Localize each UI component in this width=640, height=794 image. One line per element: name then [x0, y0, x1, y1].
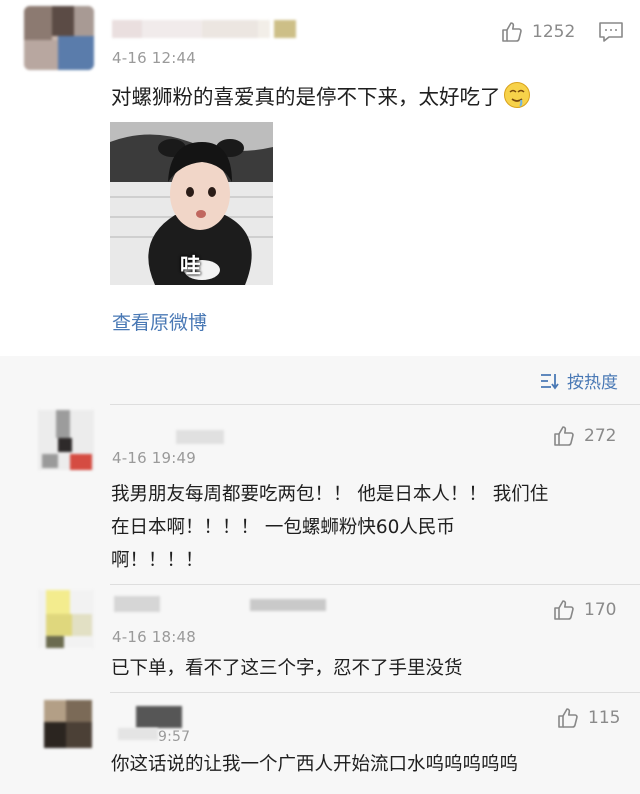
comment-time: 4-16 18:48	[112, 628, 197, 646]
comment-line: 已下单，看不了这三个字，忍不了手里没货	[111, 658, 463, 679]
comment-item: 4-16 19:49 272 我男朋友每周都要吃两包！！ 他是日本人！！ 我们住…	[0, 404, 640, 582]
comment-icon	[599, 22, 623, 42]
commenter-avatar[interactable]	[38, 590, 94, 648]
post-like-button[interactable]: 1252	[500, 20, 575, 44]
sort-by-hot-button[interactable]: 按热度	[539, 368, 618, 393]
view-original-weibo-link[interactable]: 查看原微博	[112, 308, 207, 335]
comment-divider	[110, 404, 640, 405]
username-redacted[interactable]	[112, 20, 296, 38]
sort-label: 按热度	[567, 373, 618, 393]
thumbs-up-icon	[554, 600, 574, 620]
original-post: 4-16 12:44 1252 对螺狮粉的喜爱真的是停不下来，太好吃了 哇 查看…	[0, 0, 640, 356]
commenter-name-redacted[interactable]	[114, 596, 160, 612]
thumbs-up-icon	[502, 22, 522, 42]
commenter-name-redacted[interactable]	[250, 599, 326, 611]
comment-item: 4-16 18:48 170 已下单，看不了这三个字，忍不了手里没货	[0, 584, 640, 690]
comment-line: 在日本啊！！！！ 一包螺蛳粉快60人民币	[111, 517, 455, 538]
thumbs-up-icon	[554, 426, 574, 446]
comment-divider	[110, 584, 640, 585]
commenter-avatar[interactable]	[38, 410, 94, 470]
comment-like-button[interactable]: 272	[552, 424, 616, 448]
thumbs-up-icon	[558, 708, 578, 728]
comment-like-count: 170	[584, 600, 617, 620]
comment-item: 9:57 115 你这话说的让我一个广西人开始流口水呜呜呜呜呜	[0, 692, 640, 794]
post-text-body: 对螺狮粉的喜爱真的是停不下来，太好吃了	[111, 85, 501, 109]
post-text: 对螺狮粉的喜爱真的是停不下来，太好吃了	[111, 80, 531, 110]
post-image[interactable]: 哇	[110, 122, 273, 285]
comment-like-button[interactable]: 170	[552, 598, 616, 622]
post-like-count: 1252	[532, 22, 576, 42]
comment-like-button[interactable]: 115	[556, 706, 620, 730]
comment-time: 4-16 19:49	[112, 449, 197, 467]
commenter-avatar[interactable]	[44, 700, 92, 748]
sort-icon	[541, 373, 559, 389]
commenter-name-redacted[interactable]	[176, 430, 224, 444]
image-caption: 哇	[180, 254, 201, 278]
comment-divider	[110, 692, 640, 693]
post-comment-button[interactable]	[598, 20, 624, 48]
commenter-name-redacted[interactable]	[118, 728, 158, 740]
commenter-name-redacted[interactable]	[136, 706, 182, 728]
post-time: 4-16 12:44	[112, 49, 197, 67]
avatar[interactable]	[24, 6, 94, 70]
drooling-emoji-icon	[503, 82, 530, 108]
comment-section: 按热度 4-16 19:49 272 我男朋友每周都要吃两包！！ 他是日本人！！…	[0, 356, 640, 794]
comment-line: 我男朋友每周都要吃两包！！ 他是日本人！！ 我们住	[111, 484, 549, 505]
comment-like-count: 272	[584, 426, 617, 446]
comment-line: 啊！！！！	[111, 550, 204, 571]
comment-like-count: 115	[588, 708, 621, 728]
comment-line: 你这话说的让我一个广西人开始流口水呜呜呜呜呜	[111, 754, 519, 775]
comment-time: 9:57	[158, 729, 191, 745]
